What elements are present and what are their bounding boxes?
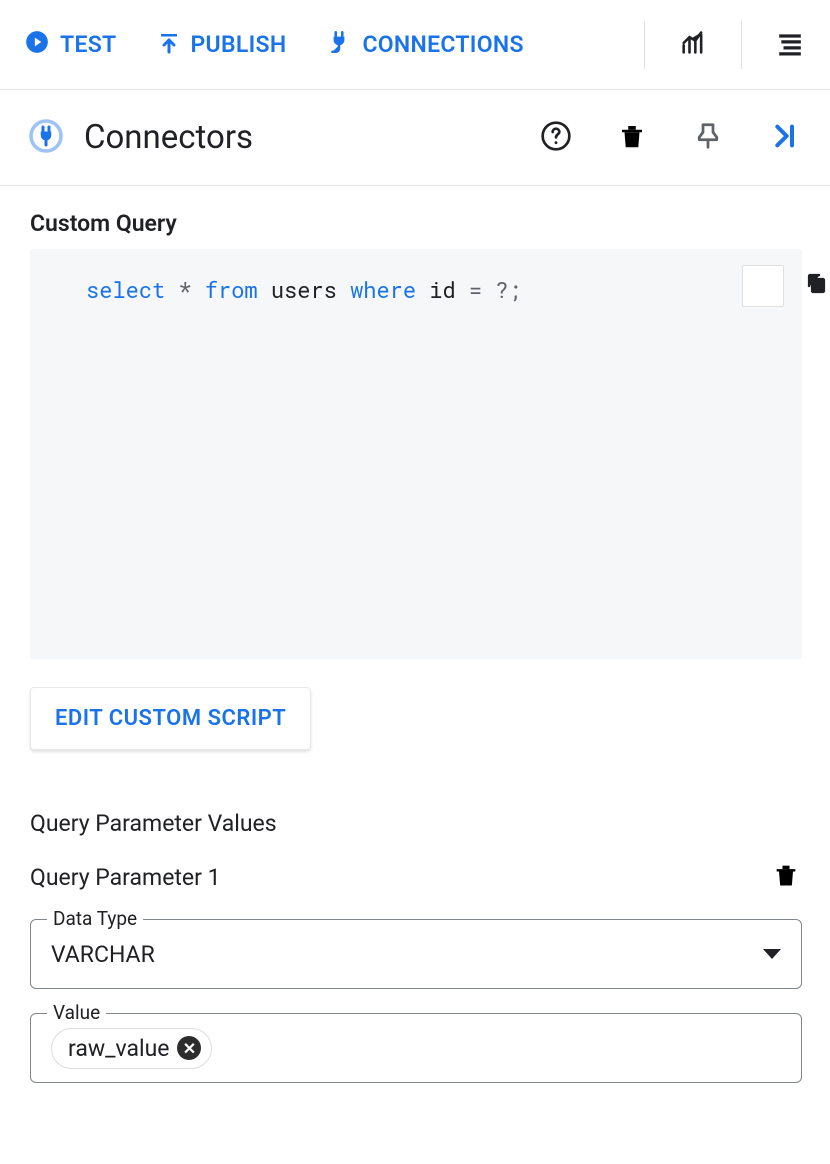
sql-operator: * [178, 275, 191, 304]
toolbar-divider [644, 21, 645, 69]
pin-icon [693, 121, 723, 155]
param-title: Query Parameter 1 [30, 864, 221, 891]
play-icon [24, 29, 50, 61]
edit-custom-script-button[interactable]: EDIT CUSTOM SCRIPT [30, 687, 311, 750]
copy-code-button[interactable] [742, 265, 784, 307]
test-label: TEST [60, 31, 117, 58]
trash-icon [772, 861, 800, 893]
value-chip-text: raw_value [68, 1035, 169, 1062]
sql-keyword: select [86, 275, 165, 304]
sql-placeholder: ? [495, 275, 508, 304]
sql-operator: = [469, 275, 482, 304]
connections-plug-icon [326, 29, 352, 61]
analytics-button[interactable] [669, 21, 717, 69]
custom-query-code: select * from users where id = ?; [30, 249, 802, 659]
delete-parameter-button[interactable] [770, 861, 802, 893]
sql-ident: users [271, 275, 337, 304]
query-params-label: Query Parameter Values [30, 810, 802, 837]
close-icon: ✕ [183, 1039, 196, 1058]
value-field-label: Value [47, 1001, 106, 1024]
help-circle-icon [540, 120, 572, 156]
value-chip[interactable]: raw_value ✕ [51, 1028, 212, 1069]
data-type-value: VARCHAR [51, 941, 763, 968]
bar-chart-icon [679, 29, 707, 61]
data-type-field-label: Data Type [47, 907, 143, 930]
sql-ident: id [429, 275, 455, 304]
publish-label: PUBLISH [191, 31, 287, 58]
connections-label: CONNECTIONS [362, 31, 523, 58]
connections-button[interactable]: CONNECTIONS [318, 21, 531, 69]
chevron-last-icon [768, 120, 800, 156]
content: Custom Query select * from users where i… [0, 186, 830, 1131]
test-button[interactable]: TEST [16, 21, 125, 69]
collapse-panel-button[interactable] [762, 116, 806, 160]
value-field[interactable]: Value raw_value ✕ [30, 1013, 802, 1083]
data-type-select[interactable]: Data Type VARCHAR [30, 919, 802, 989]
sql-keyword: where [350, 275, 416, 304]
toolbar-divider [741, 21, 742, 69]
sql-keyword: from [205, 275, 258, 304]
publish-button[interactable]: PUBLISH [149, 21, 295, 69]
logs-menu-button[interactable] [766, 21, 814, 69]
sql-terminator: ; [509, 275, 522, 304]
chevron-down-icon [763, 949, 781, 959]
trash-icon [617, 121, 647, 155]
page-header: Connectors [0, 90, 830, 186]
upload-icon [157, 29, 181, 61]
query-params-section: Query Parameter Values Query Parameter 1… [30, 810, 802, 1083]
help-button[interactable] [534, 116, 578, 160]
delete-button[interactable] [610, 116, 654, 160]
remove-chip-button[interactable]: ✕ [177, 1036, 201, 1060]
pin-button[interactable] [686, 116, 730, 160]
param-header: Query Parameter 1 [30, 861, 802, 893]
custom-query-label: Custom Query [30, 210, 802, 237]
connectors-plug-icon [28, 118, 64, 158]
toolbar: TEST PUBLISH CONNECTIONS [0, 0, 830, 90]
page-title: Connectors [84, 118, 502, 157]
indented-list-icon [776, 30, 804, 60]
copy-icon [698, 237, 828, 336]
